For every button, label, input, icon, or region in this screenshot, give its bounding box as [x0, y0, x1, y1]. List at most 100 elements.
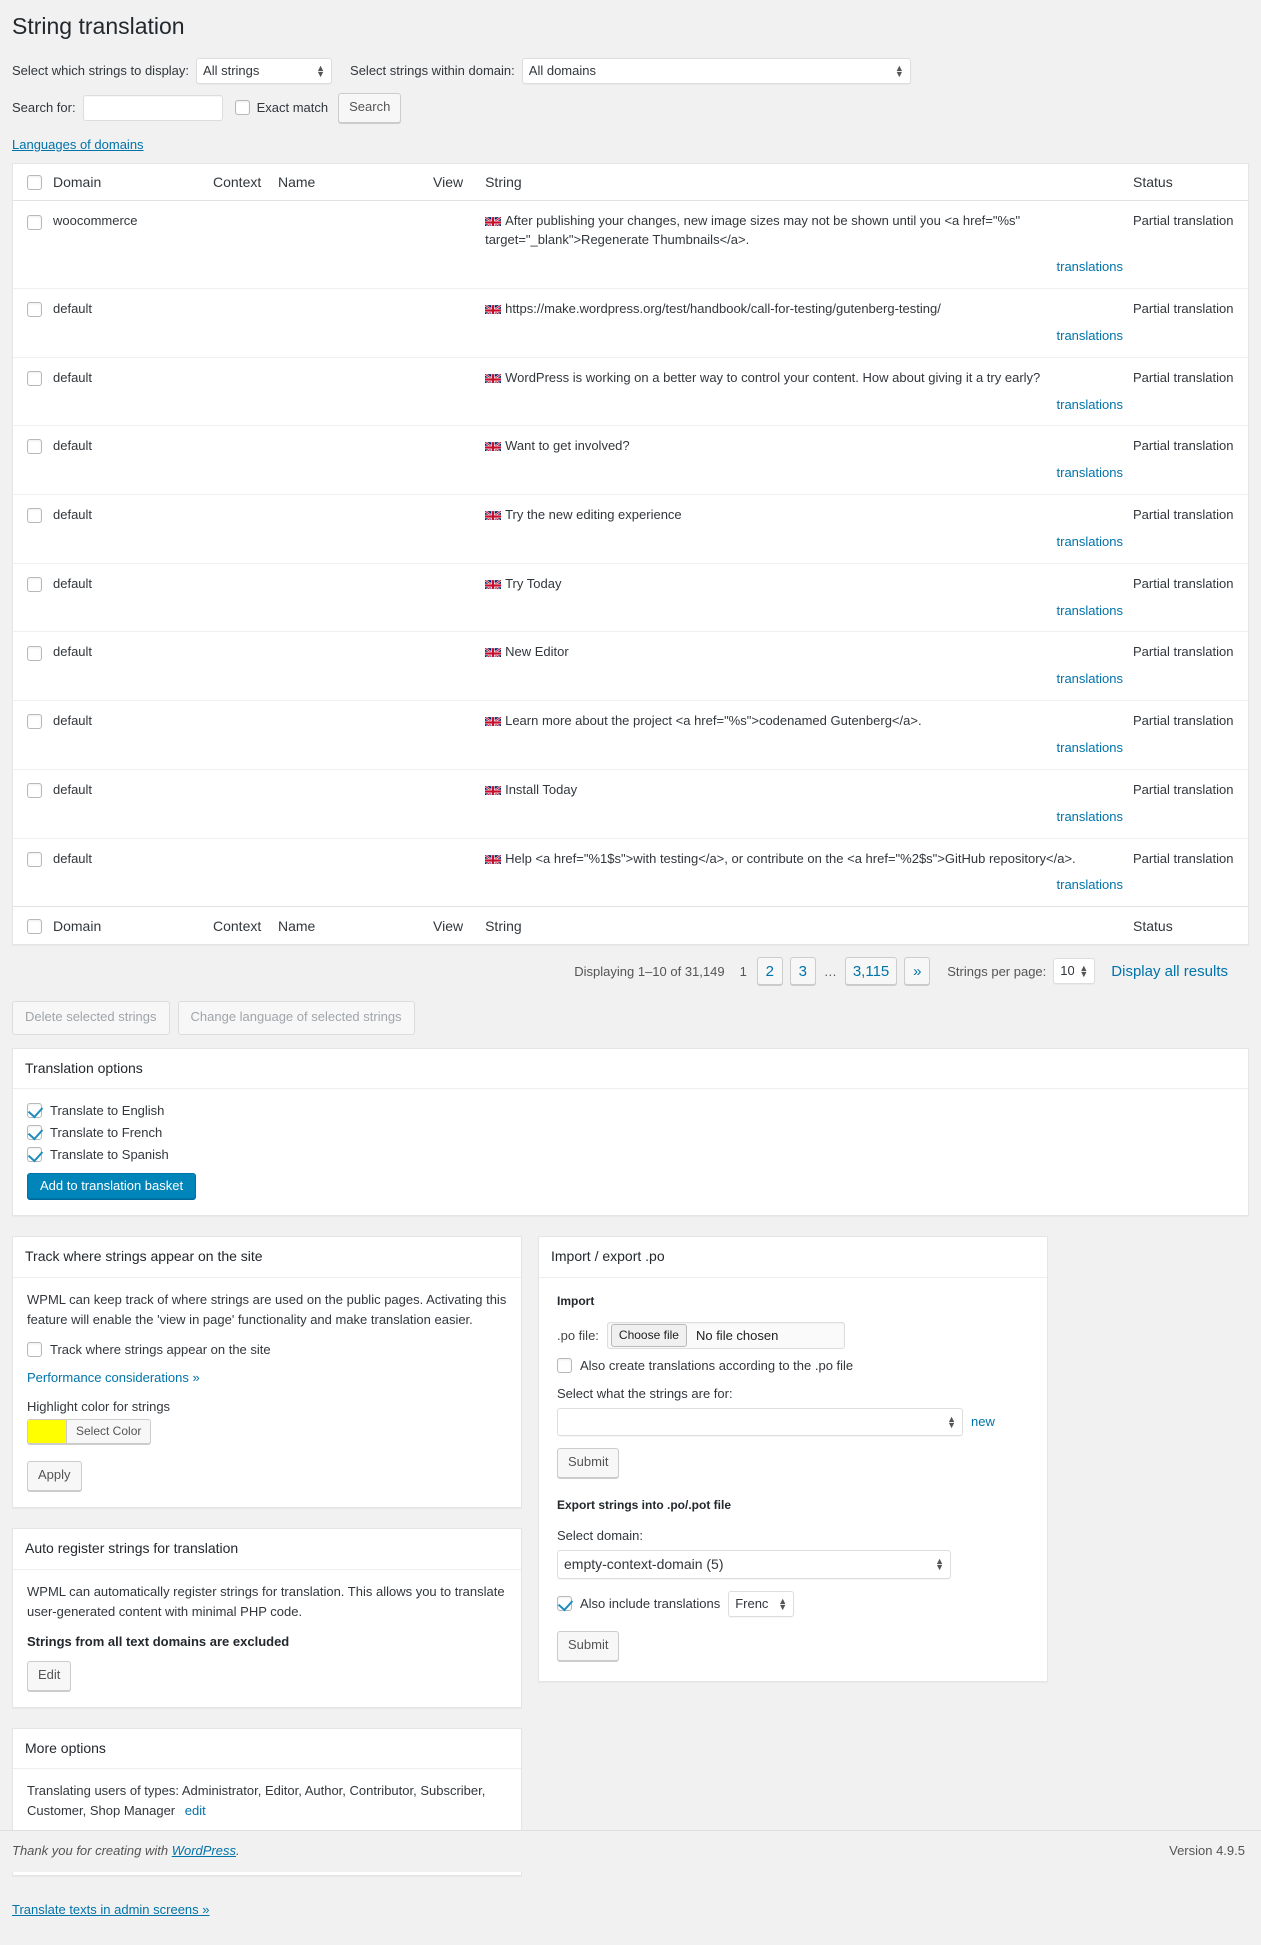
footer-context[interactable]: Context: [213, 906, 278, 944]
cell-context: [213, 768, 278, 838]
translate-to-english-checkbox[interactable]: [27, 1103, 42, 1119]
track-apply-button[interactable]: Apply: [27, 1461, 82, 1492]
translations-link[interactable]: translations: [485, 327, 1123, 346]
strings-table-body: woocommerce After publishing your changes…: [13, 201, 1248, 906]
header-domain[interactable]: Domain: [53, 164, 213, 202]
header-status[interactable]: Status: [1133, 164, 1248, 202]
footer-thanks: Thank you for creating with WordPress.: [12, 1843, 240, 1858]
footer-status[interactable]: Status: [1133, 906, 1248, 944]
po-file-input[interactable]: Choose file No file chosen: [606, 1321, 845, 1349]
page-link-3[interactable]: 3: [789, 957, 816, 985]
languages-of-domains-link[interactable]: Languages of domains: [12, 137, 144, 152]
select-all-checkbox[interactable]: [27, 175, 42, 191]
domain-filter-select[interactable]: All domains: [521, 57, 911, 84]
page-link-last[interactable]: 3,115: [844, 957, 898, 985]
select-all-checkbox-footer[interactable]: [27, 919, 42, 934]
footer-domain[interactable]: Domain: [53, 906, 213, 944]
string-text: Learn more about the project <a href="%s…: [505, 713, 922, 729]
footer-string[interactable]: String: [485, 906, 1133, 944]
row-select-checkbox[interactable]: [27, 645, 42, 661]
export-language-select[interactable]: French: [728, 1590, 795, 1617]
translations-link[interactable]: translations: [485, 602, 1123, 621]
row-select-checkbox[interactable]: [27, 782, 42, 798]
track-strings-checkbox-row[interactable]: Track where strings appear on the site: [27, 1342, 507, 1358]
cell-view: [433, 700, 486, 769]
translations-link[interactable]: translations: [485, 533, 1123, 552]
cell-status: Partial translation: [1133, 837, 1248, 907]
select-color-button[interactable]: Select Color: [66, 1420, 151, 1444]
export-heading: Export strings into .po/.pot file: [557, 1497, 731, 1512]
display-all-results-button[interactable]: Display all results: [1102, 958, 1237, 984]
color-swatch[interactable]: [28, 1420, 66, 1444]
wordpress-link[interactable]: WordPress: [172, 1843, 236, 1858]
header-string[interactable]: String: [485, 164, 1133, 202]
translations-link[interactable]: translations: [485, 876, 1123, 895]
translate-admin-screens-link[interactable]: Translate texts in admin screens »: [12, 1902, 210, 1917]
translate-to-spanish-checkbox[interactable]: [27, 1147, 42, 1163]
header-name[interactable]: Name: [278, 164, 433, 202]
row-select-checkbox[interactable]: [27, 508, 42, 524]
also-create-translations-row[interactable]: Also create translations according to th…: [557, 1357, 1029, 1373]
track-strings-checkbox[interactable]: [27, 1342, 42, 1358]
row-select-checkbox[interactable]: [27, 714, 42, 730]
page-link-2[interactable]: 2: [756, 957, 783, 985]
cell-string: After publishing your changes, new image…: [485, 201, 1133, 288]
next-page-button[interactable]: »: [904, 957, 931, 985]
translate-to-french-checkbox[interactable]: [27, 1125, 42, 1141]
also-create-translations-checkbox[interactable]: [557, 1357, 572, 1373]
add-to-translation-basket-button[interactable]: Add to translation basket: [27, 1173, 197, 1200]
exact-match-checkbox[interactable]: [234, 100, 250, 116]
auto-register-title: Auto register strings for translation: [13, 1529, 521, 1570]
highlight-color-picker[interactable]: Select Color: [27, 1419, 152, 1445]
translations-link[interactable]: translations: [485, 396, 1123, 415]
select-domain-select[interactable]: empty-context-domain (5): [557, 1549, 951, 1579]
string-text: Try Today: [505, 575, 562, 591]
also-include-translations-row[interactable]: Also include translations French ▲ ▼: [557, 1590, 1029, 1617]
more-options-description: Translating users of types: Administrato…: [27, 1783, 486, 1819]
export-submit-button[interactable]: Submit: [557, 1630, 620, 1661]
translate-to-french-row[interactable]: Translate to French: [27, 1125, 1234, 1141]
select-strings-for-wrap: ▲ ▼: [557, 1407, 963, 1436]
cell-context: [213, 201, 278, 288]
translations-link[interactable]: translations: [485, 670, 1123, 689]
translation-options-panel: Translation options Translate to English…: [12, 1047, 1249, 1217]
also-include-translations-checkbox[interactable]: [557, 1596, 572, 1612]
new-domain-link[interactable]: new: [971, 1414, 995, 1429]
page-current: 1: [739, 963, 747, 979]
auto-register-edit-button[interactable]: Edit: [27, 1660, 72, 1691]
cell-status: Partial translation: [1133, 213, 1234, 229]
more-options-edit-link[interactable]: edit: [185, 1803, 206, 1818]
display-filter-select[interactable]: All strings: [196, 57, 333, 84]
choose-file-button[interactable]: Choose file: [610, 1323, 687, 1347]
cell-string: Try Today translations: [485, 562, 1133, 632]
right-column: Import / export .po Import .po file: Cho…: [538, 1236, 1048, 1701]
row-select-checkbox[interactable]: [27, 851, 42, 867]
row-select-cell: [13, 288, 53, 357]
translations-link[interactable]: translations: [485, 739, 1123, 758]
search-button[interactable]: Search: [338, 92, 402, 123]
translations-link[interactable]: translations: [485, 464, 1123, 483]
select-strings-for-select[interactable]: [557, 1407, 963, 1436]
row-select-checkbox[interactable]: [27, 370, 42, 386]
translations-link[interactable]: translations: [485, 258, 1123, 277]
change-language-selected-strings-button[interactable]: Change language of selected strings: [177, 1001, 415, 1035]
translation-options-body: Translate to English Translate to French…: [13, 1089, 1248, 1215]
performance-considerations-link[interactable]: Performance considerations »: [27, 1370, 200, 1385]
delete-selected-strings-button[interactable]: Delete selected strings: [12, 1001, 170, 1035]
translations-link[interactable]: translations: [485, 808, 1123, 827]
cell-view: [433, 494, 486, 563]
row-select-checkbox[interactable]: [27, 576, 42, 592]
search-input[interactable]: [82, 94, 223, 121]
row-select-checkbox[interactable]: [27, 214, 42, 230]
cell-name: [278, 768, 433, 838]
footer-name[interactable]: Name: [278, 906, 433, 944]
per-page-select[interactable]: 10: [1053, 958, 1096, 984]
translate-to-spanish-row[interactable]: Translate to Spanish: [27, 1147, 1234, 1163]
translate-to-french-label: Translate to French: [50, 1125, 163, 1141]
row-select-checkbox[interactable]: [27, 439, 42, 455]
header-context[interactable]: Context: [213, 164, 278, 202]
row-select-checkbox[interactable]: [27, 302, 42, 318]
cell-view: [433, 356, 486, 426]
import-submit-button[interactable]: Submit: [557, 1447, 620, 1478]
translate-to-english-row[interactable]: Translate to English: [27, 1103, 1234, 1119]
